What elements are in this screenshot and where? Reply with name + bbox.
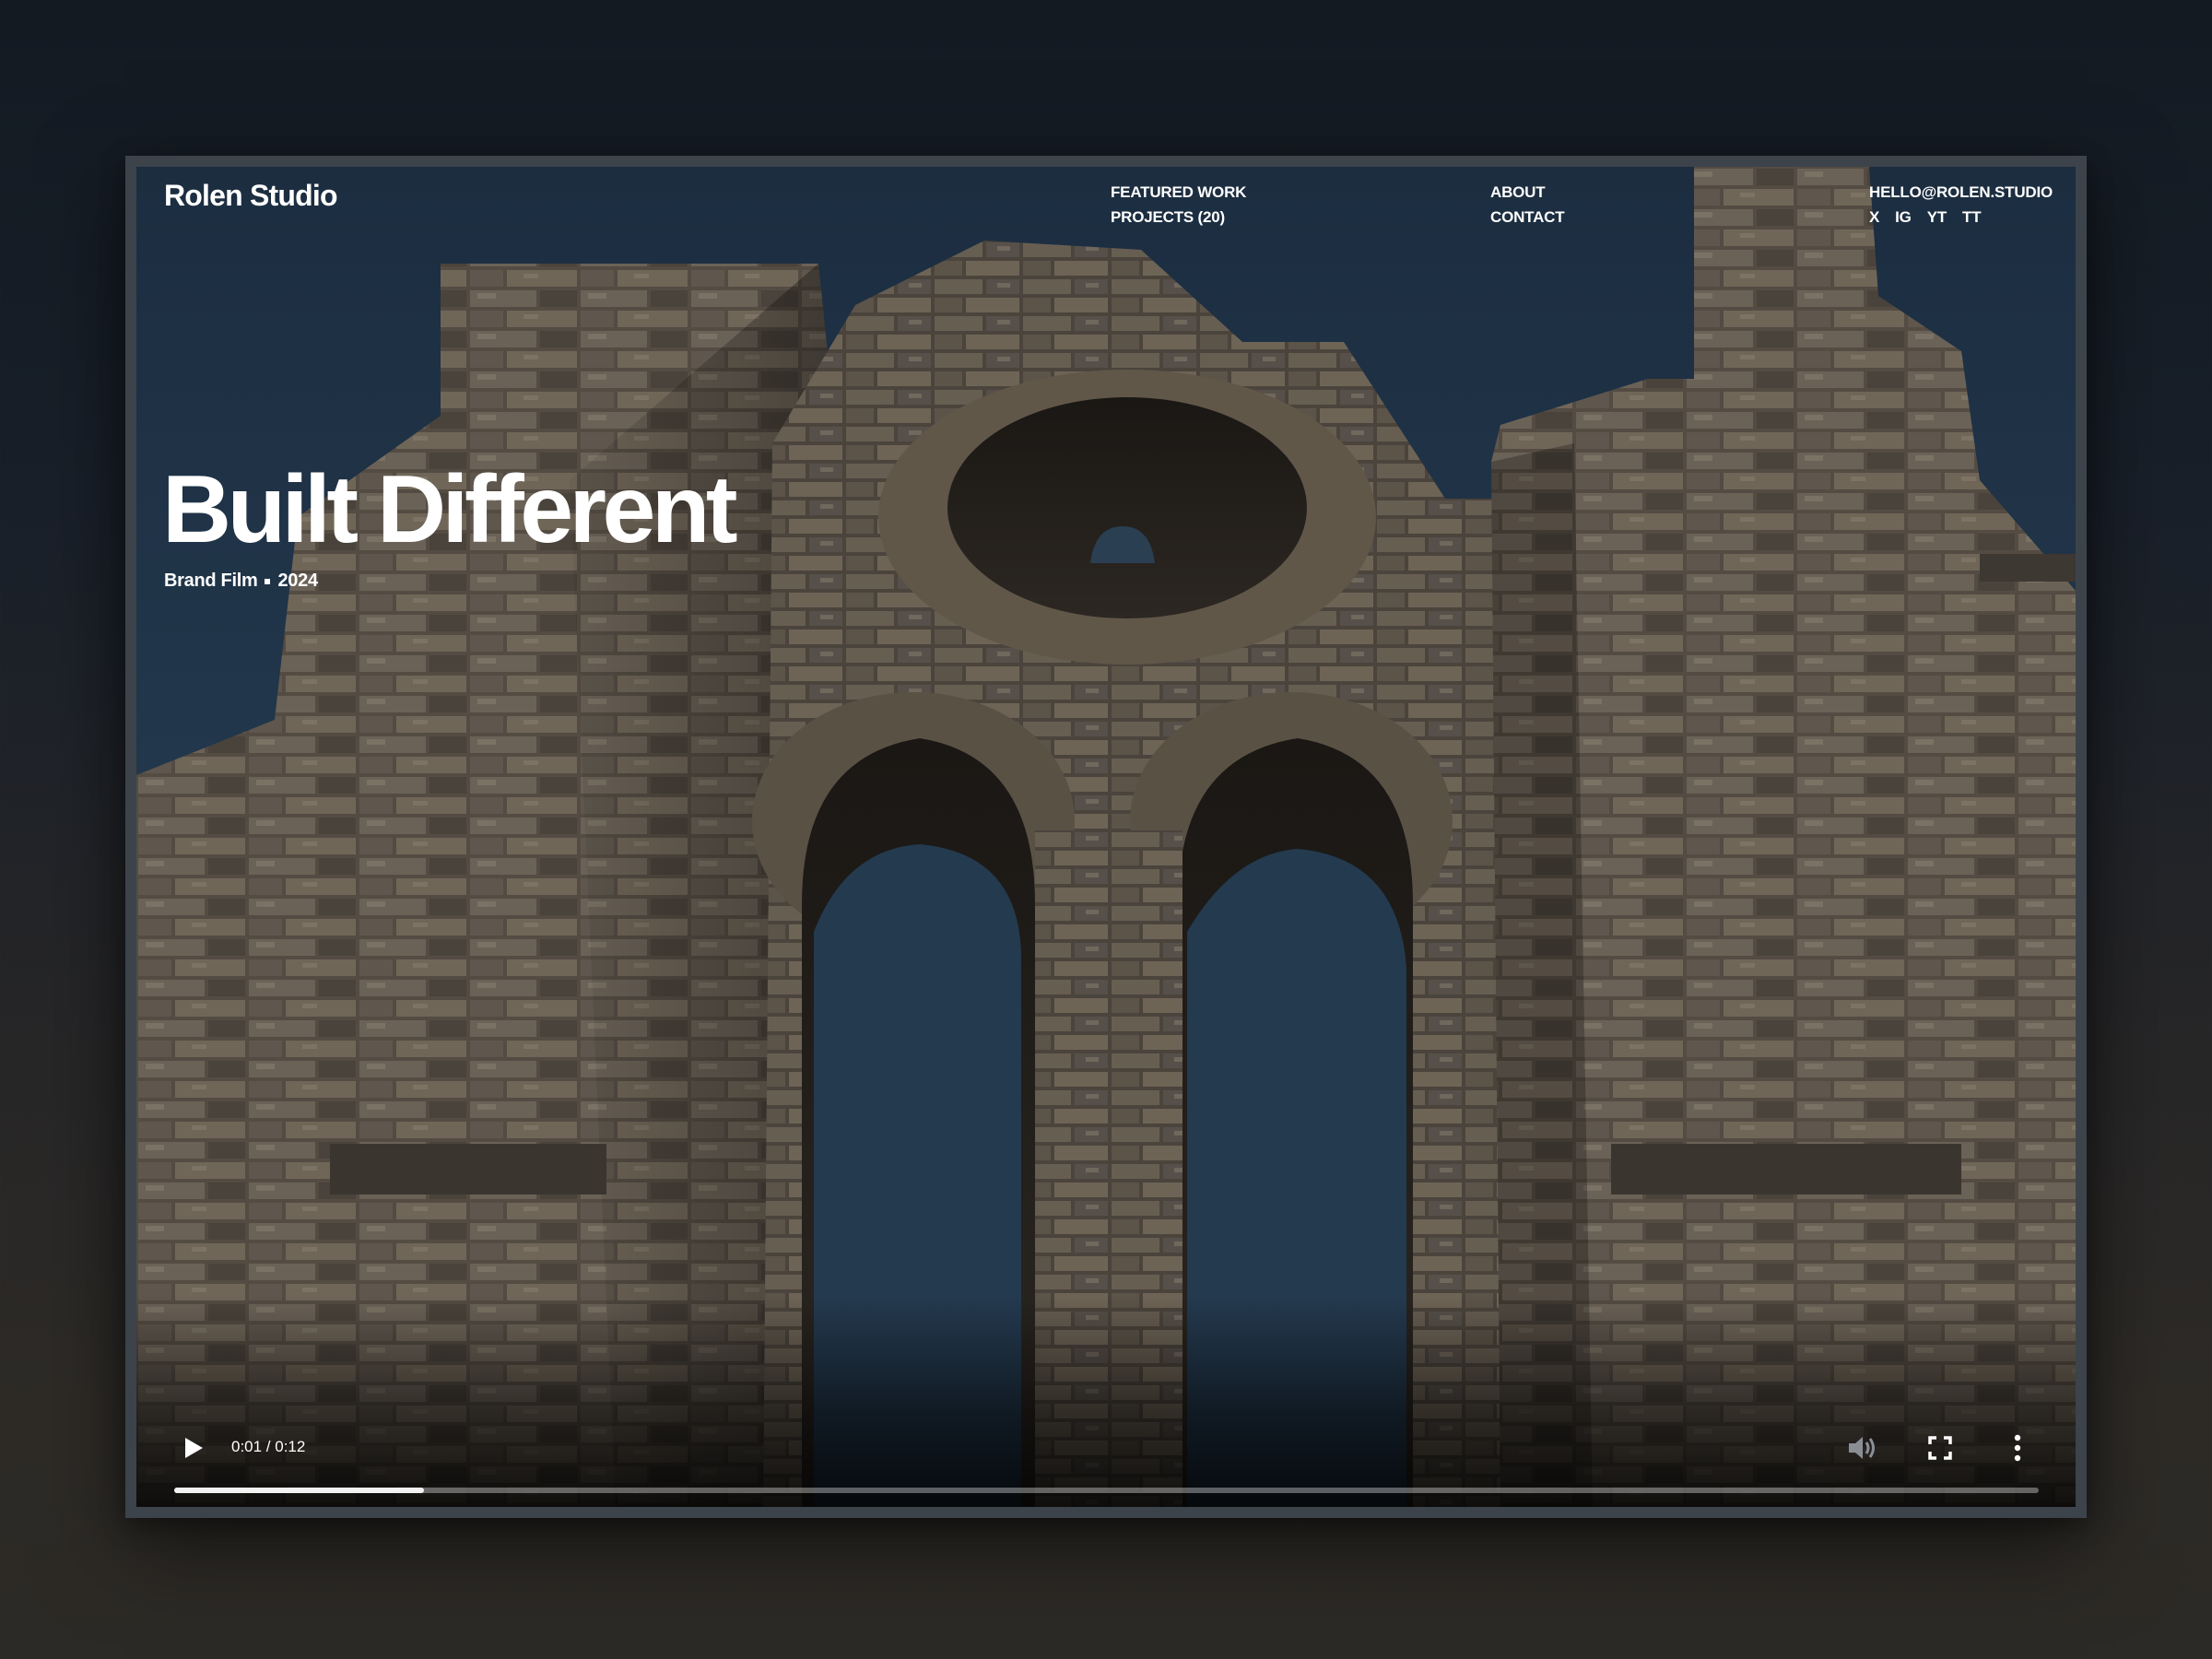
social-x[interactable]: X [1869, 208, 1879, 227]
video-screen[interactable]: Rolen Studio FEATURED WORK PROJECTS (20)… [136, 167, 2076, 1507]
volume-button[interactable] [1844, 1430, 1881, 1466]
time-display: 0:01 / 0:12 [231, 1438, 306, 1455]
nav-work-group: FEATURED WORK PROJECTS (20) [1111, 183, 1246, 227]
play-button[interactable] [175, 1430, 212, 1466]
hero-category: Brand Film [164, 571, 258, 591]
social-instagram[interactable]: IG [1895, 208, 1912, 227]
volume-icon [1849, 1437, 1875, 1459]
nav-contact-group: HELLO@ROLEN.STUDIO X IG YT TT [1869, 183, 2053, 227]
nav-featured-work[interactable]: FEATURED WORK [1111, 183, 1246, 202]
fullscreen-button[interactable] [1922, 1430, 1959, 1466]
more-options-button[interactable] [1999, 1430, 2036, 1466]
play-icon [185, 1438, 203, 1458]
progress-fill [174, 1488, 425, 1493]
brand-logo[interactable]: Rolen Studio [164, 178, 338, 213]
social-links: X IG YT TT [1869, 208, 2053, 227]
nav-contact[interactable]: CONTACT [1490, 208, 1565, 227]
nav-projects[interactable]: PROJECTS (20) [1111, 208, 1246, 227]
more-vertical-icon [2014, 1434, 2021, 1462]
social-tiktok[interactable]: TT [1962, 208, 1982, 227]
hero-year: 2024 [277, 571, 318, 591]
progress-bar[interactable] [174, 1488, 2039, 1493]
social-youtube[interactable]: YT [1927, 208, 1947, 227]
nav-about[interactable]: ABOUT [1490, 183, 1564, 202]
hero-title: Built Different [162, 456, 738, 563]
separator-dot [265, 578, 271, 584]
nav-info-group: ABOUT CONTACT [1490, 183, 1565, 227]
hero-meta: Brand Film 2024 [164, 571, 318, 592]
fullscreen-icon [1928, 1436, 1952, 1460]
email-link[interactable]: HELLO@ROLEN.STUDIO [1869, 183, 2053, 202]
browser-frame: Rolen Studio FEATURED WORK PROJECTS (20)… [125, 156, 2087, 1518]
video-controls: 0:01 / 0:12 [136, 1424, 2076, 1507]
